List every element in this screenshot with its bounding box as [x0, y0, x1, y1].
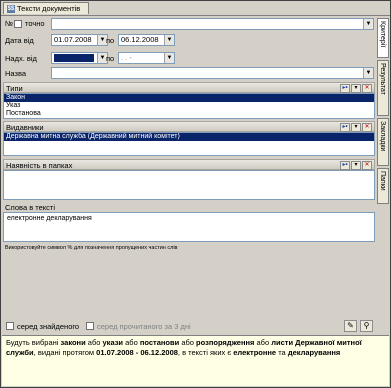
publishers-list[interactable]: Державна митна служба (Державний митний …: [3, 132, 375, 156]
chevron-down-icon[interactable]: ▾: [351, 84, 361, 93]
received-from-label: Надх. від: [5, 54, 37, 63]
tab-document-texts[interactable]: $$ Тексти документів: [3, 2, 89, 14]
chevron-down-icon[interactable]: ▼: [363, 68, 373, 78]
folders-list[interactable]: [3, 170, 375, 200]
list-item[interactable]: Державна митна служба (Державний митний …: [4, 133, 374, 141]
select-icon[interactable]: ▸•: [340, 161, 350, 170]
bottom-options-bar: серед знайденого серед прочитаного за 3 …: [2, 319, 375, 333]
tab-bookmarks[interactable]: Закладки: [377, 118, 389, 166]
tab-criteria[interactable]: Критерії: [377, 18, 389, 58]
clear-icon[interactable]: ✕: [362, 123, 372, 132]
clear-icon[interactable]: ✕: [362, 161, 372, 170]
in-found-label: серед знайденого: [17, 322, 80, 331]
date-from-label: Дата від: [5, 36, 34, 45]
list-item[interactable]: Указ: [4, 102, 374, 110]
chevron-down-icon[interactable]: ▾: [351, 123, 361, 132]
tab-title: Тексти документів: [17, 4, 81, 13]
words-textarea[interactable]: електронне декларування: [3, 212, 375, 242]
date-from-field[interactable]: 01.07.2008 ▼: [51, 34, 108, 46]
select-icon[interactable]: ▸•: [340, 123, 350, 132]
right-tab-bar: Критерії Результат Закладки Папки: [376, 16, 390, 316]
list-item[interactable]: Постанова: [4, 110, 374, 118]
exact-label: точно: [25, 19, 45, 28]
tab-result[interactable]: Результат: [377, 60, 389, 116]
in-found-checkbox[interactable]: [6, 322, 14, 330]
received-to-field[interactable]: . . - ▼: [118, 52, 175, 64]
list-item[interactable]: Закон: [4, 94, 374, 102]
tab-strip: $$ Тексти документів: [1, 1, 390, 16]
received-from-selection: [54, 54, 94, 62]
exact-checkbox[interactable]: [14, 20, 22, 28]
words-hint: Використовуйте символ % для позначення п…: [5, 245, 178, 251]
words-label: Слова в тексті: [5, 203, 56, 212]
select-icon[interactable]: ▸•: [340, 84, 350, 93]
number-field[interactable]: ▼: [51, 18, 374, 30]
in-read-label: серед прочитаного за 3 дні: [97, 322, 191, 331]
search-binoculars-icon[interactable]: ⚲: [360, 320, 373, 332]
chevron-down-icon[interactable]: ▼: [164, 35, 174, 45]
edit-icon[interactable]: ✎: [344, 320, 357, 332]
name-label: Назва: [5, 69, 27, 78]
words-value: електронне декларування: [7, 215, 92, 222]
tab-folders[interactable]: Папки: [377, 168, 389, 204]
number-label: №: [5, 19, 14, 28]
in-read-checkbox[interactable]: [86, 322, 94, 330]
chevron-down-icon[interactable]: ▼: [363, 19, 373, 29]
received-from-field[interactable]: ▼: [51, 52, 108, 64]
folders-header: Наявність в папках ▸• ▾ ✕: [3, 159, 375, 170]
app-window: $$ Тексти документів № точно ▼ Дата від …: [0, 0, 391, 388]
date-to-field[interactable]: 06.12.2008 ▼: [118, 34, 175, 46]
clear-icon[interactable]: ✕: [362, 84, 372, 93]
chevron-down-icon[interactable]: ▼: [164, 53, 174, 63]
date-to-label: по: [106, 36, 115, 45]
chevron-down-icon[interactable]: ▾: [351, 161, 361, 170]
name-field[interactable]: ▼: [51, 67, 374, 79]
query-summary: Будуть вибрані закони або укази або пост…: [2, 335, 389, 386]
types-header: Типи ▸• ▾ ✕: [3, 82, 375, 93]
types-list[interactable]: Закон Указ Постанова: [3, 93, 375, 119]
search-criteria-form: № точно ▼ Дата від 01.07.2008 ▼ по 06.12…: [2, 16, 375, 316]
received-to-label: по: [106, 54, 115, 63]
publishers-header: Видавники ▸• ▾ ✕: [3, 121, 375, 132]
dollar-icon: $$: [7, 4, 15, 13]
